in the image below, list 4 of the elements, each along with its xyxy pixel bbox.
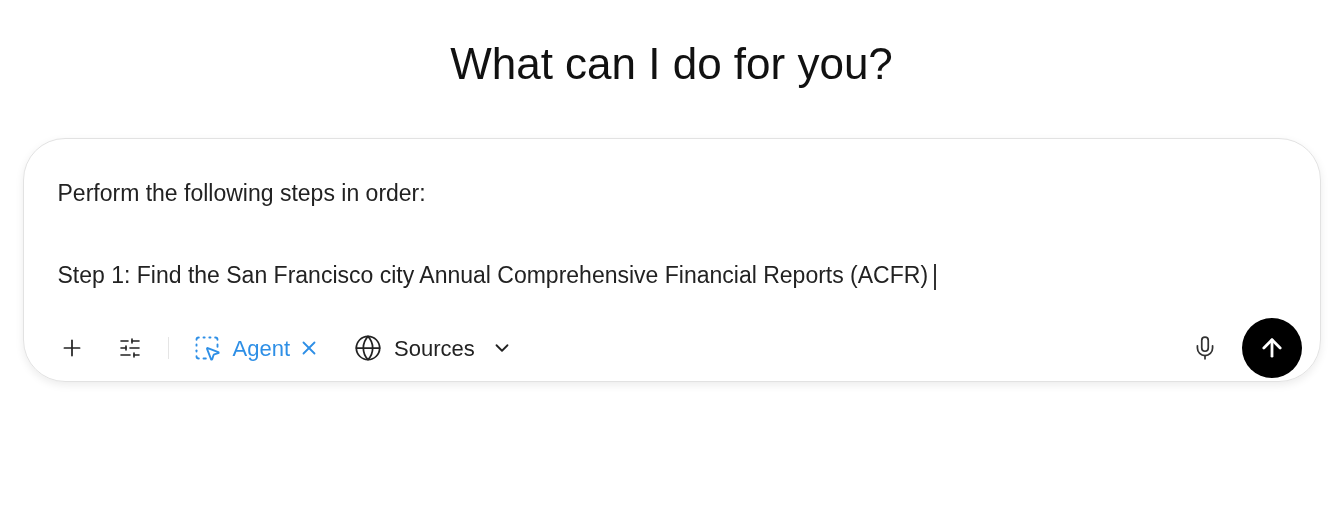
sources-dropdown[interactable]: Sources <box>354 331 513 365</box>
prompt-field[interactable]: Perform the following steps in order: Step 1: Find the San Francisco city Annual Comprehensive Financial Reports (ACFR) <box>57 173 1286 296</box>
globe-icon <box>354 334 382 362</box>
page-heading: What can I do for you? <box>450 38 893 90</box>
